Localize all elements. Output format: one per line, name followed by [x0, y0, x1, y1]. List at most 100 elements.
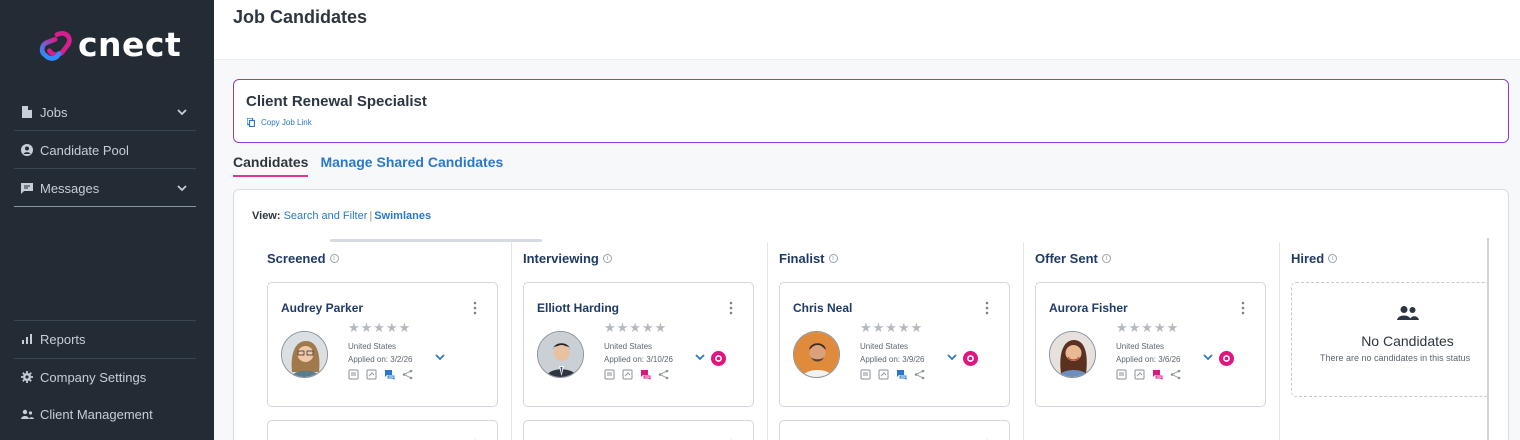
message-icon[interactable] [1152, 369, 1163, 380]
lane-finalist: Finalist i Chris Neal ★★★★★ United States… [779, 242, 1024, 440]
empty-description: There are no candidates in this status [1320, 353, 1471, 363]
lane-screened: Screened i Audrey Parker ★★★★★ United Sta… [267, 242, 512, 440]
view-option-swimlanes[interactable]: Swimlanes [374, 210, 431, 222]
candidate-card[interactable]: Chris Neal ★★★★★ United States Applied o… [779, 282, 1010, 407]
share-icon[interactable] [1170, 369, 1181, 380]
candidate-card[interactable] [779, 420, 1010, 440]
view-option-search-and-filter[interactable]: Search and Filter [284, 210, 368, 222]
candidate-country: United States [604, 342, 653, 351]
view-separator: | [369, 210, 373, 222]
vertical-scrollbar[interactable] [1487, 238, 1489, 440]
lane-title: Interviewing i [523, 251, 612, 266]
candidate-name[interactable]: Audrey Parker [281, 301, 363, 315]
avatar [793, 331, 840, 378]
logo[interactable]: cnect [38, 25, 181, 66]
more-vertical-icon[interactable] [473, 301, 477, 315]
lane-title: Screened i [267, 251, 339, 266]
document-icon[interactable] [348, 369, 359, 380]
message-icon[interactable] [896, 369, 907, 380]
card-actions [1116, 369, 1188, 380]
sidebar-item-jobs[interactable]: Jobs [14, 94, 196, 131]
copy-job-link[interactable]: Copy Job Link [247, 118, 312, 127]
sidebar-item-candidate-pool[interactable]: Candidate Pool [14, 132, 196, 169]
more-vertical-icon[interactable] [729, 301, 733, 315]
chevron-down-icon[interactable] [694, 352, 706, 362]
note-icon[interactable] [1134, 369, 1145, 380]
tab-candidates[interactable]: Candidates [233, 154, 309, 177]
candidate-card[interactable]: Aurora Fisher ★★★★★ United States Applie… [1035, 282, 1266, 407]
star-rating[interactable]: ★★★★★ [1116, 320, 1179, 336]
candidate-name[interactable]: Chris Neal [793, 301, 852, 315]
note-icon[interactable] [878, 369, 889, 380]
more-vertical-icon[interactable] [1241, 301, 1245, 315]
sidebar-item-label: Client Management [40, 407, 153, 422]
avatar [1049, 331, 1096, 378]
tab-manage-shared-candidates[interactable]: Manage Shared Candidates [320, 154, 503, 177]
lane-title-text: Offer Sent [1035, 251, 1098, 266]
sidebar-item-company-settings[interactable]: Company Settings [14, 358, 196, 395]
document-icon[interactable] [604, 369, 615, 380]
star-rating[interactable]: ★★★★★ [860, 320, 923, 336]
view-label: View: [252, 210, 281, 222]
sidebar-item-label: Reports [40, 331, 86, 347]
empty-title: No Candidates [1361, 333, 1454, 349]
lane-title: Finalist i [779, 251, 838, 266]
star-rating[interactable]: ★★★★★ [604, 320, 667, 336]
document-icon[interactable] [860, 369, 871, 380]
page-header: Job Candidates [214, 0, 1520, 60]
message-icon[interactable] [384, 369, 395, 380]
sidebar-item-messages[interactable]: Messages [14, 170, 196, 207]
chevron-down-icon[interactable] [176, 106, 188, 118]
copy-job-link-label: Copy Job Link [261, 118, 312, 127]
chevron-down-icon[interactable] [946, 352, 958, 362]
chevron-down-icon[interactable] [1202, 352, 1214, 362]
chat-icon [20, 181, 34, 195]
candidate-country: United States [1116, 342, 1165, 351]
candidate-card[interactable]: Elliott Harding ★★★★★ United States Appl… [523, 282, 754, 407]
info-icon[interactable]: i [602, 254, 612, 263]
share-icon[interactable] [658, 369, 669, 380]
award-badge-icon[interactable] [963, 351, 978, 366]
sidebar-item-label: Messages [40, 180, 100, 196]
bar-chart-icon [20, 332, 34, 346]
candidate-card[interactable] [267, 420, 498, 440]
lane-title-text: Interviewing [523, 251, 599, 266]
info-icon[interactable]: i [1101, 254, 1111, 263]
candidate-card[interactable] [523, 420, 754, 440]
note-icon[interactable] [366, 369, 377, 380]
award-badge-icon[interactable] [1219, 351, 1234, 366]
main-content: Job Candidates Client Renewal Specialist… [214, 0, 1520, 440]
applied-date: Applied on: 3/6/26 [1116, 355, 1181, 364]
sidebar-item-label: Candidate Pool [40, 142, 129, 158]
job-summary-card: Client Renewal Specialist Copy Job Link [233, 79, 1509, 143]
sidebar-item-label: Company Settings [40, 369, 147, 385]
lane-interviewing: Interviewing i Elliott Harding ★★★★★ Unit… [523, 242, 768, 440]
card-actions [348, 369, 420, 380]
more-vertical-icon[interactable] [985, 301, 989, 315]
lane-title-text: Finalist [779, 251, 825, 266]
sidebar-item-reports[interactable]: Reports [14, 320, 196, 357]
info-icon[interactable]: i [1328, 254, 1338, 263]
candidate-name[interactable]: Aurora Fisher [1049, 301, 1128, 315]
chevron-down-icon[interactable] [176, 182, 188, 194]
info-icon[interactable]: i [329, 254, 339, 263]
chevron-down-icon[interactable] [434, 352, 446, 362]
document-icon[interactable] [1116, 369, 1127, 380]
people-icon [20, 408, 34, 422]
note-icon[interactable] [622, 369, 633, 380]
card-actions [860, 369, 932, 380]
candidate-name[interactable]: Elliott Harding [537, 301, 619, 315]
candidate-card[interactable]: Audrey Parker ★★★★★ United States Applie… [267, 282, 498, 407]
sidebar-item-client-management[interactable]: Client Management [14, 396, 196, 433]
lane-title: Offer Sent i [1035, 251, 1111, 266]
view-switcher: View: Search and Filter | Swimlanes [252, 210, 431, 222]
info-icon[interactable]: i [828, 254, 838, 263]
applied-date: Applied on: 3/10/26 [604, 355, 673, 364]
award-badge-icon[interactable] [711, 351, 726, 366]
share-icon[interactable] [914, 369, 925, 380]
sidebar: cnect Jobs Candidate Pool Messages Repor… [0, 0, 214, 440]
star-rating[interactable]: ★★★★★ [348, 320, 411, 336]
applied-date: Applied on: 3/2/26 [348, 355, 413, 364]
share-icon[interactable] [402, 369, 413, 380]
message-icon[interactable] [640, 369, 651, 380]
